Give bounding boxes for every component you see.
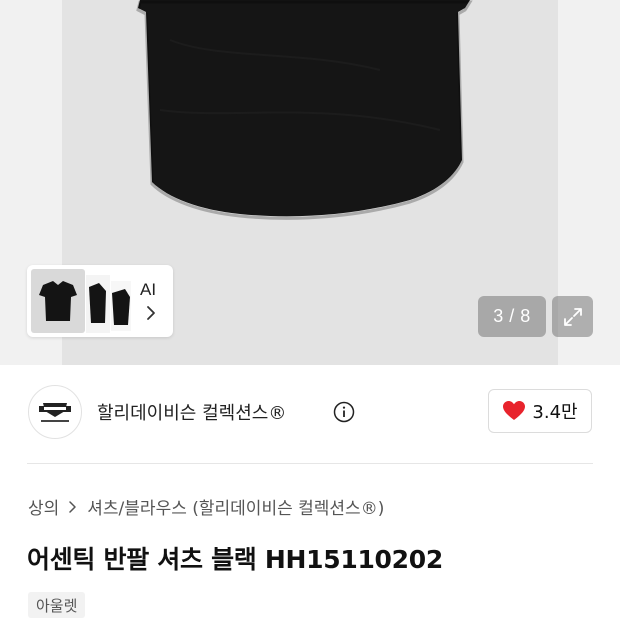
expand-icon	[563, 307, 582, 326]
info-icon[interactable]	[333, 401, 355, 423]
brand-row: 할리데이비슨 컬렉션스® 3.4만	[0, 383, 620, 445]
thumbnail-label: AI	[140, 280, 157, 299]
expand-button[interactable]	[552, 296, 593, 337]
brand-logo-mark	[39, 403, 71, 422]
thumbnail-strip[interactable]	[27, 265, 173, 337]
divider	[27, 463, 593, 464]
breadcrumb: 상의 셔츠/블라우스 (할리데이비슨 컬렉션스®)	[28, 494, 384, 519]
like-button[interactable]: 3.4만	[488, 389, 592, 433]
brand-logo[interactable]	[28, 385, 82, 439]
breadcrumb-item-subcategory[interactable]: 셔츠/블라우스 (할리데이비슨 컬렉션스®)	[87, 494, 384, 519]
product-image-gallery[interactable]: AI 3 / 8	[0, 0, 620, 365]
image-counter: 3 / 8	[478, 296, 546, 337]
chevron-right-icon	[69, 500, 77, 513]
outlet-badge: 아울렛	[28, 592, 86, 618]
product-title: 어센틱 반팔 셔츠 블랙 HH15110202	[27, 545, 443, 574]
heart-icon	[503, 401, 526, 420]
breadcrumb-item-category[interactable]: 상의	[28, 494, 59, 519]
brand-name[interactable]: 할리데이비슨 컬렉션스®	[97, 399, 286, 425]
like-count: 3.4만	[532, 402, 578, 423]
chevron-right-icon[interactable]	[143, 304, 159, 322]
product-image	[136, 0, 473, 220]
thumbnail-images	[31, 269, 131, 333]
